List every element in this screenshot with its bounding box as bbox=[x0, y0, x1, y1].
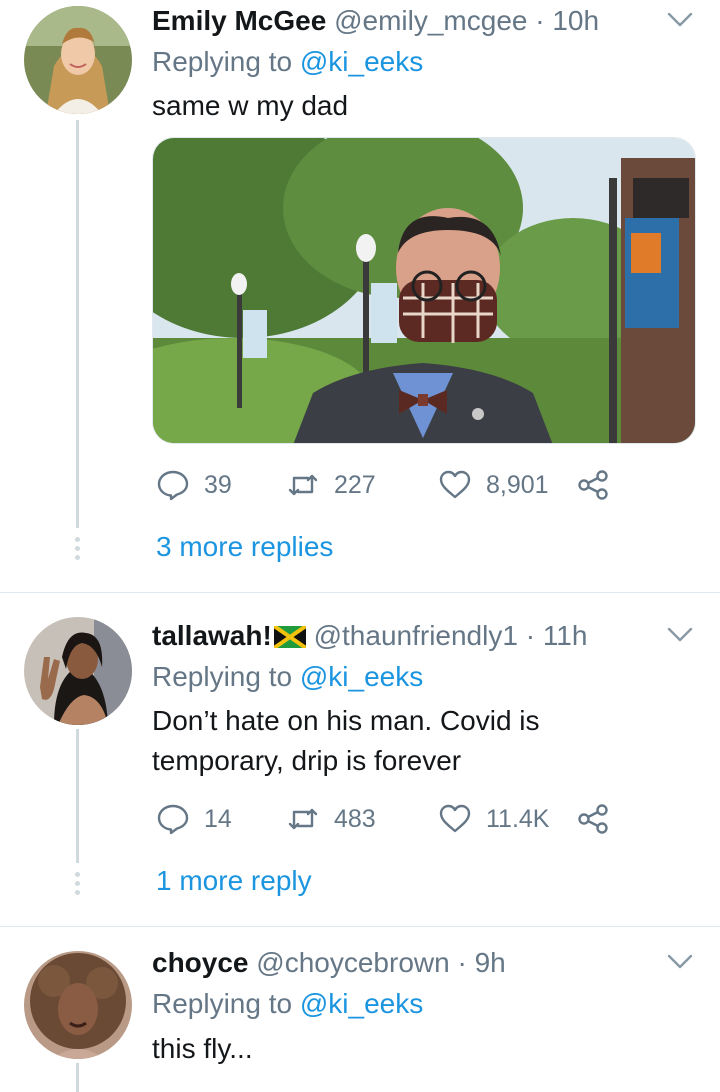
speech-bubble-icon bbox=[157, 470, 189, 501]
replying-prefix: Replying to bbox=[152, 46, 300, 77]
retweet-button[interactable]: 227 bbox=[286, 465, 376, 505]
more-replies-link[interactable]: 3 more replies bbox=[156, 530, 333, 564]
retweet-count: 227 bbox=[334, 470, 376, 499]
retweet-icon bbox=[288, 808, 318, 830]
timestamp[interactable]: 10h bbox=[552, 5, 599, 36]
jamaica-flag-icon bbox=[273, 626, 306, 648]
retweet-button[interactable]: 483 bbox=[286, 799, 376, 839]
display-name[interactable]: tallawah! bbox=[152, 620, 272, 651]
user-handle[interactable]: @emily_mcgee bbox=[334, 5, 527, 36]
tweet-text: same w my dad bbox=[152, 90, 349, 121]
share-icon bbox=[578, 470, 608, 500]
mention-link[interactable]: @ki_eeks bbox=[300, 46, 423, 77]
like-count: 8,901 bbox=[486, 470, 549, 499]
tweet-header: Emily McGee @emily_mcgee · 10h bbox=[152, 4, 599, 38]
replying-to: Replying to @ki_eeks bbox=[152, 45, 423, 79]
user-handle[interactable]: @choycebrown bbox=[256, 947, 449, 978]
user-handle[interactable]: @thaunfriendly1 bbox=[314, 620, 518, 651]
replying-to: Replying to @ki_eeks bbox=[152, 660, 423, 694]
tweet-tallawah[interactable]: tallawah! @thaunfriendly1 · 11h Replying… bbox=[0, 593, 720, 926]
share-icon bbox=[578, 804, 608, 834]
timestamp[interactable]: 11h bbox=[543, 620, 588, 651]
tweet-header: tallawah! @thaunfriendly1 · 11h bbox=[152, 619, 587, 653]
separator: · bbox=[457, 947, 467, 978]
replying-to: Replying to @ki_eeks bbox=[152, 987, 423, 1021]
mention-link[interactable]: @ki_eeks bbox=[300, 661, 423, 692]
chevron-down-icon[interactable] bbox=[664, 623, 696, 647]
thread-line bbox=[76, 120, 79, 528]
retweet-count: 483 bbox=[334, 804, 376, 833]
retweet-icon bbox=[288, 474, 318, 496]
replying-prefix: Replying to bbox=[152, 661, 300, 692]
chevron-down-icon[interactable] bbox=[664, 8, 696, 32]
speech-bubble-icon bbox=[157, 804, 189, 835]
separator: · bbox=[535, 5, 545, 36]
chevron-down-icon[interactable] bbox=[664, 950, 696, 974]
tweet-choyce[interactable]: choyce @choycebrown · 9h Replying to @ki… bbox=[0, 927, 720, 1092]
tweet-text: this fly... bbox=[152, 1033, 253, 1064]
mention-link[interactable]: @ki_eeks bbox=[300, 988, 423, 1019]
reply-count: 14 bbox=[204, 804, 232, 833]
tweet-header: choyce @choycebrown · 9h bbox=[152, 946, 506, 980]
like-button[interactable]: 8,901 bbox=[438, 465, 549, 505]
display-name[interactable]: choyce bbox=[152, 947, 249, 978]
share-button[interactable] bbox=[576, 465, 610, 505]
more-replies-link[interactable]: 1 more reply bbox=[156, 864, 312, 898]
avatar[interactable] bbox=[24, 617, 132, 725]
reply-button[interactable]: 39 bbox=[156, 465, 232, 505]
tweet-actions: 14 483 11.4K bbox=[152, 799, 622, 839]
heart-icon bbox=[439, 804, 471, 833]
tweet-actions: 39 227 8,901 bbox=[152, 465, 622, 505]
avatar[interactable] bbox=[24, 6, 132, 114]
tweet-text-line: temporary, drip is forever bbox=[152, 745, 462, 776]
tweet-text-line: Don’t hate on his man. Covid is bbox=[152, 705, 540, 736]
avatar[interactable] bbox=[24, 951, 132, 1059]
separator: · bbox=[525, 620, 536, 651]
share-button[interactable] bbox=[576, 799, 610, 839]
like-count: 11.4K bbox=[486, 804, 550, 833]
thread-line bbox=[76, 1063, 79, 1092]
thread-dots bbox=[73, 537, 82, 564]
like-button[interactable]: 11.4K bbox=[438, 799, 549, 839]
heart-icon bbox=[439, 470, 471, 499]
tweet-emily-mcgee[interactable]: Emily McGee @emily_mcgee · 10h Replying … bbox=[0, 0, 720, 592]
timestamp[interactable]: 9h bbox=[475, 947, 506, 978]
reply-count: 39 bbox=[204, 470, 232, 499]
replying-prefix: Replying to bbox=[152, 988, 300, 1019]
display-name[interactable]: Emily McGee bbox=[152, 5, 326, 36]
thread-line bbox=[76, 729, 79, 863]
thread-dots bbox=[73, 872, 82, 899]
tweet-media-photo[interactable] bbox=[152, 137, 696, 444]
tweet-text: Don’t hate on his man. Covid is temporar… bbox=[152, 701, 692, 781]
reply-button[interactable]: 14 bbox=[156, 799, 232, 839]
